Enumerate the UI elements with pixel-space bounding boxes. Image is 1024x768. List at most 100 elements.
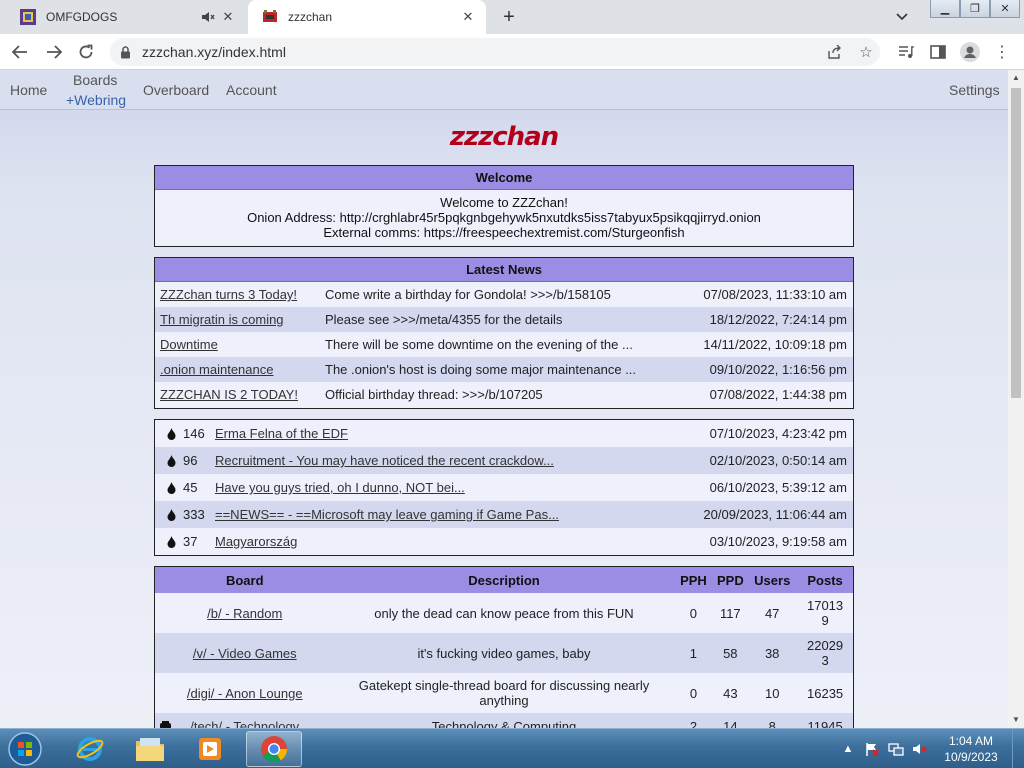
flame-icon — [155, 535, 179, 548]
share-icon[interactable] — [822, 40, 846, 64]
news-summary: Please see >>>/meta/4355 for the details — [325, 312, 563, 327]
scroll-up-icon[interactable]: ▲ — [1008, 70, 1024, 86]
media-controls-icon[interactable] — [894, 40, 918, 64]
thread-post-count: 96 — [183, 453, 198, 468]
board-row: /digi/ - Anon Lounge Gatekept single-thr… — [155, 673, 853, 713]
hot-threads-box: 146 Erma Felna of the EDF 07/10/2023, 4:… — [154, 419, 854, 556]
flame-icon — [155, 454, 179, 467]
minimize-button[interactable]: ▁ — [930, 0, 960, 18]
board-ppd: 14 — [723, 719, 738, 728]
col-posts[interactable]: Posts — [797, 573, 853, 588]
thread-title-link[interactable]: ==NEWS== - ==Microsoft may leave gaming … — [215, 507, 559, 522]
thread-post-count: 45 — [183, 480, 198, 495]
forward-button[interactable] — [42, 40, 66, 64]
lock-icon[interactable] — [120, 45, 134, 59]
chrome-taskbar-icon[interactable] — [246, 731, 302, 767]
speaker-muted-icon[interactable] — [200, 9, 216, 25]
profile-avatar-icon[interactable] — [958, 40, 982, 64]
col-users[interactable]: Users — [747, 573, 797, 588]
news-title-link[interactable]: ZZZCHAN IS 2 TODAY! — [160, 387, 298, 402]
board-users: 47 — [764, 605, 780, 621]
start-button[interactable] — [6, 731, 44, 767]
close-tab-icon[interactable]: ✕ — [220, 9, 236, 25]
file-explorer-icon[interactable] — [122, 731, 178, 767]
tab-omfgdogs[interactable]: OMFGDOGS ✕ — [6, 0, 246, 34]
nav-home-link[interactable]: Home — [10, 82, 47, 98]
news-title-link[interactable]: .onion maintenance — [160, 362, 273, 377]
flame-icon — [155, 508, 179, 521]
nav-overboard-link[interactable]: Overboard — [143, 82, 209, 98]
board-link[interactable]: /tech/ - Technology — [190, 719, 299, 728]
nav-account-link[interactable]: Account — [226, 82, 277, 98]
thread-date: 07/10/2023, 4:23:42 pm — [709, 426, 847, 441]
flame-icon — [155, 481, 179, 494]
tab-title: OMFGDOGS — [46, 10, 118, 24]
news-title-link[interactable]: Th migratin is coming — [160, 312, 284, 327]
news-row: ZZZchan turns 3 Today! Come write a birt… — [155, 282, 853, 307]
thread-title-link[interactable]: Recruitment - You may have noticed the r… — [215, 453, 554, 468]
news-title-link[interactable]: Downtime — [160, 337, 218, 352]
new-tab-button[interactable]: + — [498, 7, 520, 29]
thread-row: 45 Have you guys tried, oh I dunno, NOT … — [155, 474, 853, 501]
browser-tab-strip: OMFGDOGS ✕ zzzchan ✕ + ▁ ❐ ✕ — [0, 0, 1024, 34]
board-description: it's fucking video games, baby — [417, 645, 591, 661]
nav-settings-link[interactable]: Settings — [949, 82, 1000, 98]
tab-search-chevron-icon[interactable] — [896, 9, 908, 24]
board-posts: 170139 — [806, 598, 844, 628]
board-link[interactable]: /v/ - Video Games — [193, 646, 297, 661]
clock-date: 10/9/2023 — [944, 750, 998, 764]
scroll-down-icon[interactable]: ▼ — [1008, 712, 1024, 728]
col-description[interactable]: Description — [334, 573, 673, 588]
zzzchan-favicon-icon — [263, 10, 277, 22]
col-pph[interactable]: PPH — [674, 573, 714, 588]
news-summary: Official birthday thread: >>>/b/107205 — [325, 387, 543, 402]
news-row: .onion maintenance The .onion's host is … — [155, 357, 853, 382]
thread-row: 146 Erma Felna of the EDF 07/10/2023, 4:… — [155, 420, 853, 447]
thread-title-link[interactable]: Have you guys tried, oh I dunno, NOT bei… — [215, 480, 465, 495]
action-center-flag-icon[interactable] — [862, 739, 882, 759]
board-link[interactable]: /digi/ - Anon Lounge — [187, 686, 303, 701]
back-button[interactable] — [8, 40, 32, 64]
site-navigation: Home Boards +Webring Overboard Account S… — [0, 70, 1008, 110]
col-board[interactable]: Board — [155, 573, 334, 588]
volume-muted-icon[interactable] — [910, 739, 930, 759]
news-row: Downtime There will be some downtime on … — [155, 332, 853, 357]
thread-title-link[interactable]: Magyarország — [215, 534, 297, 549]
external-comms-line: External comms: https://freespeechextrem… — [323, 225, 685, 240]
side-panel-icon[interactable] — [926, 40, 950, 64]
reload-button[interactable] — [74, 40, 98, 64]
tray-expand-icon[interactable]: ▲ — [838, 739, 858, 759]
news-summary: Come write a birthday for Gondola! >>>/b… — [325, 287, 611, 302]
nav-webring-link[interactable]: +Webring — [66, 92, 126, 108]
board-ppd: 43 — [723, 685, 738, 701]
flame-icon — [155, 427, 179, 440]
internet-explorer-icon[interactable] — [62, 731, 118, 767]
omfgdogs-favicon-icon — [20, 9, 36, 25]
media-player-icon[interactable] — [182, 731, 238, 767]
board-posts: 11945 — [807, 719, 843, 728]
col-ppd[interactable]: PPD — [713, 573, 747, 588]
show-desktop-button[interactable] — [1012, 729, 1024, 768]
close-tab-icon[interactable]: ✕ — [460, 9, 476, 25]
restore-button[interactable]: ❐ — [960, 0, 990, 18]
bookmark-star-icon[interactable]: ☆ — [854, 40, 878, 64]
address-bar[interactable]: zzzchan.xyz/index.html ☆ — [110, 38, 880, 66]
close-window-button[interactable]: ✕ — [990, 0, 1020, 18]
scroll-thumb[interactable] — [1011, 88, 1021, 398]
thread-date: 03/10/2023, 9:19:58 am — [709, 534, 847, 549]
browser-menu-icon[interactable]: ⋮ — [990, 40, 1014, 64]
news-row: ZZZCHAN IS 2 TODAY! Official birthday th… — [155, 382, 853, 407]
window-controls: ▁ ❐ ✕ — [930, 0, 1020, 18]
taskbar-clock[interactable]: 1:04 AM 10/9/2023 — [936, 733, 1006, 765]
page-scrollbar[interactable]: ▲ ▼ — [1008, 70, 1024, 728]
nav-boards-link[interactable]: Boards — [73, 72, 117, 88]
board-link[interactable]: /b/ - Random — [207, 606, 282, 621]
thread-title-link[interactable]: Erma Felna of the EDF — [215, 426, 348, 441]
network-icon[interactable] — [886, 739, 906, 759]
thread-date: 20/09/2023, 11:06:44 am — [703, 507, 847, 522]
windows-taskbar: ▲ 1:04 AM 10/9/2023 — [0, 728, 1024, 768]
board-row: /tech/ - Technology Technology & Computi… — [155, 713, 853, 728]
news-title-link[interactable]: ZZZchan turns 3 Today! — [160, 287, 297, 302]
tab-zzzchan[interactable]: zzzchan ✕ — [248, 0, 486, 34]
web-page: Home Boards +Webring Overboard Account S… — [0, 70, 1008, 728]
